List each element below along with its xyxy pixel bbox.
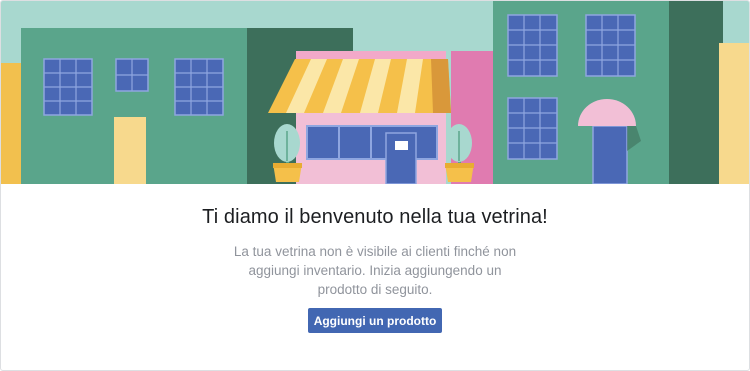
- add-product-button[interactable]: Aggiungi un prodotto: [308, 308, 442, 333]
- welcome-description: La tua vetrina non è visibile ai clienti…: [233, 244, 517, 297]
- welcome-content: Ti diamo il benvenuto nella tua vetrina!…: [1, 184, 749, 370]
- storefront-illustration: [1, 1, 749, 184]
- storefront-welcome-card: Ti diamo il benvenuto nella tua vetrina!…: [0, 0, 750, 371]
- welcome-title: Ti diamo il benvenuto nella tua vetrina!: [202, 206, 548, 228]
